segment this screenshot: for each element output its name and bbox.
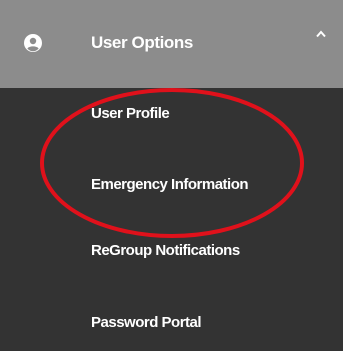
user-options-label: User Options — [91, 33, 193, 52]
chevron-up-icon[interactable] — [314, 29, 328, 39]
menu-item-password-portal[interactable]: Password Portal — [91, 313, 202, 333]
menu-item-regroup-notifications[interactable]: ReGroup Notifications — [91, 241, 240, 261]
user-options-submenu: User Profile Emergency Information ReGro… — [0, 88, 343, 351]
menu-item-emergency-information[interactable]: Emergency Information — [91, 175, 249, 195]
menu-item-user-profile[interactable]: User Profile — [91, 104, 170, 124]
user-options-toggle[interactable]: User Options — [0, 0, 343, 88]
user-circle-icon — [24, 34, 42, 52]
user-options-menu: User Options User Profile Emergency Info… — [0, 0, 351, 351]
